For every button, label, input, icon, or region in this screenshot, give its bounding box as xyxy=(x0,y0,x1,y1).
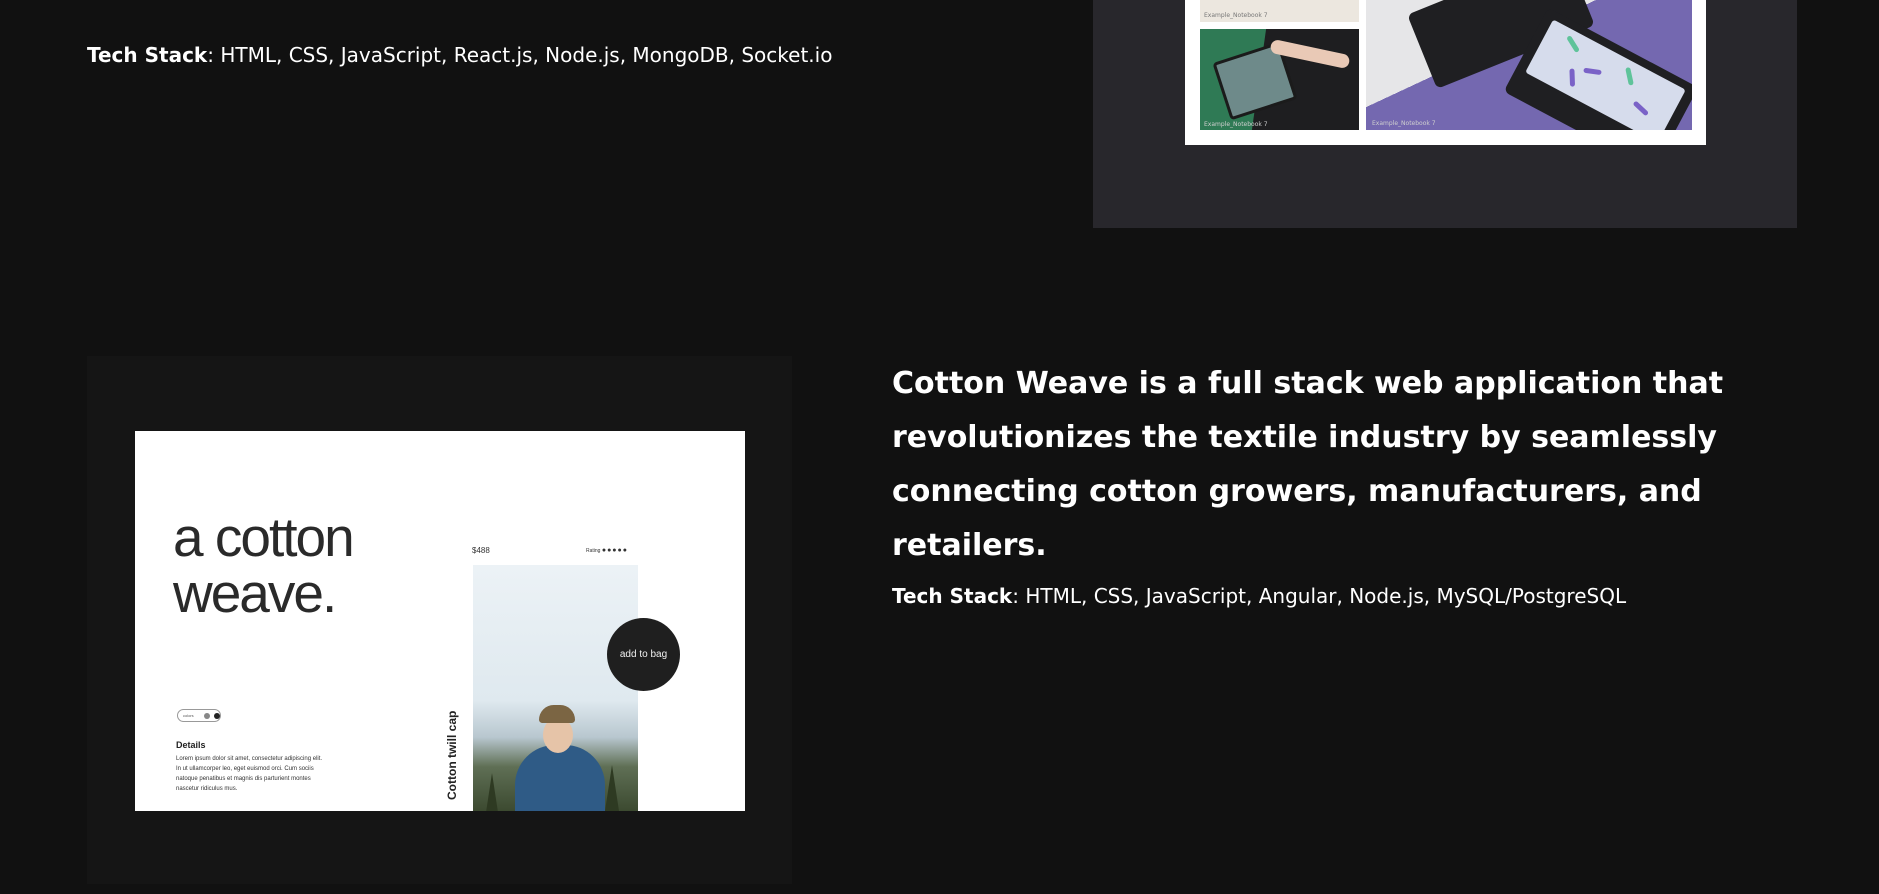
color-toggle-label: colors xyxy=(183,713,194,718)
details-body: Lorem ipsum dolor sit amet, consectetur … xyxy=(176,756,323,792)
tech-stack-bottom: Tech Stack: HTML, CSS, JavaScript, Angul… xyxy=(892,583,1626,609)
project-top-screenshot[interactable]: Example_Notebook 7 Example_Notebook 7 Ex… xyxy=(1185,0,1706,145)
project-top-image-frame: Example_Notebook 7 Example_Notebook 7 Ex… xyxy=(1093,0,1797,228)
portfolio-projects-section: Tech Stack: HTML, CSS, JavaScript, React… xyxy=(0,0,1879,894)
cotton-weave-hero-text: a cotton weave. xyxy=(173,506,355,624)
tile-caption: Example_Notebook 7 xyxy=(1204,12,1268,19)
product-tile-notebook-top: Example_Notebook 7 xyxy=(1200,0,1359,22)
cotton-weave-screenshot[interactable]: a cotton weave. $488 Rating ●●●●● add to… xyxy=(135,431,745,811)
tech-stack-value: : HTML, CSS, JavaScript, Angular, Node.j… xyxy=(1012,584,1627,608)
color-swatch-black[interactable] xyxy=(214,712,220,719)
tech-stack-top: Tech Stack: HTML, CSS, JavaScript, React… xyxy=(87,42,832,68)
product-title-vertical: Cotton twill cap xyxy=(445,710,459,800)
cotton-weave-description: Cotton Weave is a full stack web applica… xyxy=(892,366,1724,563)
details-heading: Details xyxy=(176,740,206,750)
product-tile-tablet-hand: Example_Notebook 7 xyxy=(1200,29,1359,130)
cotton-weave-image-frame: a cotton weave. $488 Rating ●●●●● add to… xyxy=(87,356,792,884)
tech-stack-label: Tech Stack xyxy=(892,584,1013,608)
tech-stack-value: : HTML, CSS, JavaScript, React.js, Node.… xyxy=(207,43,833,67)
tile-caption: Example_Notebook 7 xyxy=(1204,121,1268,128)
cap-image xyxy=(539,705,575,723)
rating-label: Rating xyxy=(586,548,601,554)
tile-caption: Example_Notebook 7 xyxy=(1372,120,1436,127)
add-to-bag-button[interactable]: add to bag xyxy=(607,618,680,691)
tree-shape xyxy=(605,765,619,811)
product-rating: Rating ●●●●● xyxy=(586,547,628,554)
color-swatch-grey[interactable] xyxy=(204,712,211,719)
tree-shape xyxy=(485,773,499,811)
rating-stars-icon: ●●●●● xyxy=(601,547,628,554)
tech-stack-label: Tech Stack xyxy=(87,43,208,67)
product-photo xyxy=(473,565,638,811)
model-body xyxy=(515,745,605,811)
color-toggle[interactable]: colors xyxy=(177,709,221,722)
product-tile-laptops: Example_Notebook 7 xyxy=(1366,0,1692,130)
product-price: $488 xyxy=(472,546,490,555)
